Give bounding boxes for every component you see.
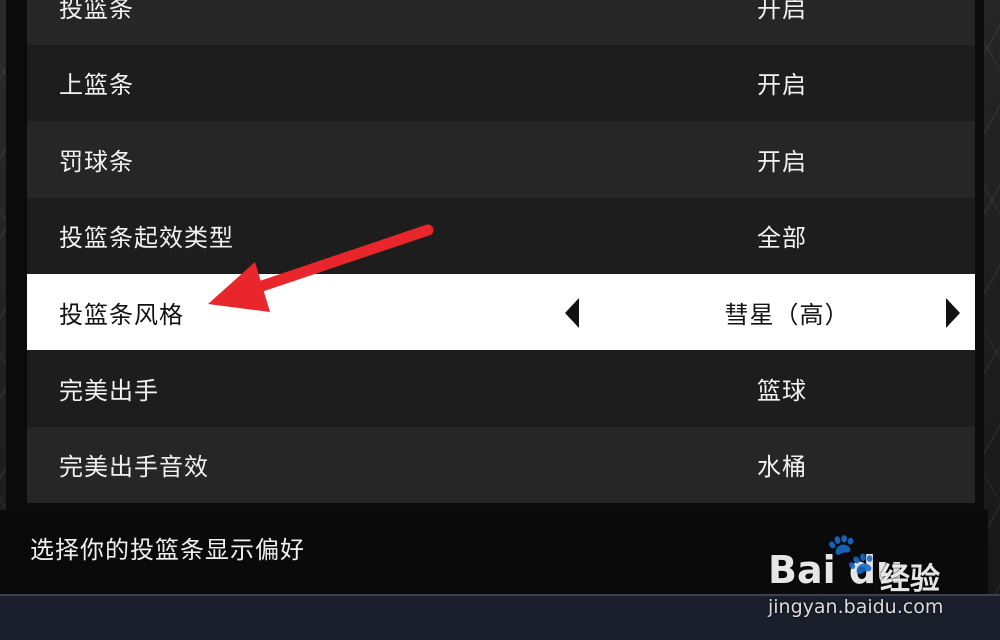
setting-label: 投篮条风格 xyxy=(59,300,184,329)
setting-value: 开启 xyxy=(757,71,807,100)
setting-value: 全部 xyxy=(757,224,807,253)
setting-description-text: 选择你的投篮条显示偏好 xyxy=(30,536,305,564)
setting-value: 篮球 xyxy=(757,376,807,405)
baidu-watermark: Bai du 🐾 经验 jingyan.baidu.com xyxy=(768,530,988,630)
setting-label: 投篮条起效类型 xyxy=(59,224,234,253)
paw-icon: 🐾 xyxy=(826,531,876,577)
setting-row-shot-meter-style[interactable]: 投篮条风格 彗星（高） xyxy=(27,274,975,350)
setting-row-shot-meter[interactable]: 投篮条 开启 xyxy=(27,0,975,45)
setting-row-shot-meter-type[interactable]: 投篮条起效类型 全部 xyxy=(27,197,975,274)
watermark-url: jingyan.baidu.com xyxy=(768,596,944,618)
setting-label: 上篮条 xyxy=(59,71,134,100)
setting-value: 水桶 xyxy=(757,453,807,482)
setting-value: 开启 xyxy=(757,0,807,23)
setting-value: 开启 xyxy=(757,147,807,176)
baidu-logo-cn: 经验 xyxy=(880,562,940,597)
option-prev-arrow-icon[interactable] xyxy=(565,298,579,328)
setting-row-layup-meter[interactable]: 上篮条 开启 xyxy=(27,44,975,121)
setting-label: 投篮条 xyxy=(59,0,134,23)
setting-label: 完美出手音效 xyxy=(59,453,209,482)
setting-row-free-throw-meter[interactable]: 罚球条 开启 xyxy=(27,121,975,198)
settings-screen: 投篮条 开启 上篮条 开启 罚球条 开启 投篮条起效类型 全部 投篮条风格 彗星… xyxy=(0,0,1000,640)
setting-label: 罚球条 xyxy=(59,147,134,176)
option-next-arrow-icon[interactable] xyxy=(946,298,960,328)
settings-panel: 投篮条 开启 上篮条 开启 罚球条 开启 投篮条起效类型 全部 投篮条风格 彗星… xyxy=(6,0,984,510)
setting-value: 彗星（高） xyxy=(724,300,850,329)
setting-label: 完美出手 xyxy=(59,376,159,405)
settings-list: 投篮条 开启 上篮条 开启 罚球条 开启 投篮条起效类型 全部 投篮条风格 彗星… xyxy=(27,0,975,503)
setting-row-perfect-release[interactable]: 完美出手 篮球 xyxy=(27,350,975,427)
setting-row-perfect-release-sound[interactable]: 完美出手音效 水桶 xyxy=(27,426,975,503)
